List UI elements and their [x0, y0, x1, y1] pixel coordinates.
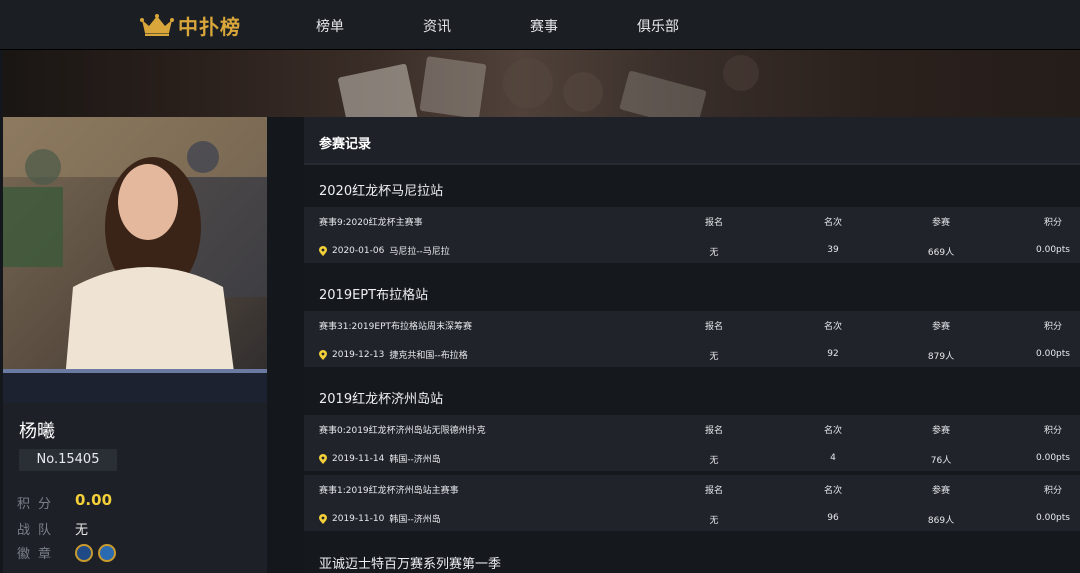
match-name: 赛事0:2019红龙杯济州岛站无限德州扑克 [319, 426, 486, 436]
location-pin-icon [319, 349, 327, 360]
match-date-location: 2019-12-13 捷克共和国--布拉格 [319, 348, 468, 361]
points-header: 积分 [1043, 486, 1062, 496]
rank-value: 4 [830, 453, 836, 463]
nav-item-clubs[interactable]: 俱乐部 [637, 16, 679, 36]
points-header: 积分 [1043, 426, 1062, 436]
entries-header: 参赛 [931, 426, 950, 436]
location-pin-icon [319, 513, 327, 524]
tournament-records-panel: 参赛记录 2020红龙杯马尼拉站 赛事9:2020红龙杯主赛事 报名 名次 参赛… [304, 117, 1080, 573]
points-value: 0.00pts [1036, 245, 1070, 255]
match-record[interactable]: 赛事0:2019红龙杯济州岛站无限德州扑克 报名 名次 参赛 积分 2019-1… [304, 415, 1080, 471]
team-value: 无 [75, 523, 89, 538]
signup-value: 无 [709, 516, 719, 526]
entries-header: 参赛 [931, 486, 950, 496]
signup-value: 无 [709, 248, 719, 258]
event-title[interactable]: 亚诚迈士特百万赛系列赛第一季 [319, 553, 501, 572]
match-location: 韩国--济州岛 [389, 515, 441, 525]
player-number: No.15405 [19, 449, 117, 471]
player-name: 杨曦 [19, 421, 55, 442]
site-logo[interactable]: 中扑榜 [140, 12, 241, 39]
panel-header: 参赛记录 [304, 117, 1080, 165]
signup-header: 报名 [704, 218, 723, 228]
match-record[interactable]: 赛事9:2020红龙杯主赛事 报名 名次 参赛 积分 2020-01-06 马尼… [304, 207, 1080, 263]
signup-header: 报名 [704, 486, 723, 496]
points-value: 0.00pts [1036, 453, 1070, 463]
entries-value: 669人 [927, 248, 955, 258]
player-photo [3, 117, 267, 403]
event-title[interactable]: 2020红龙杯马尼拉站 [319, 180, 443, 199]
signup-header: 报名 [704, 322, 723, 332]
rank-value: 92 [827, 349, 839, 359]
signup-value: 无 [709, 352, 719, 362]
nav-item-events[interactable]: 赛事 [530, 16, 558, 36]
points-label: 积分 [17, 497, 60, 512]
hero-banner [3, 50, 1080, 117]
match-date-location: 2019-11-14 韩国--济州岛 [319, 452, 441, 465]
match-location: 韩国--济州岛 [389, 455, 441, 465]
rank-header: 名次 [823, 322, 842, 332]
match-date: 2020-01-06 [332, 245, 385, 256]
badge-icon[interactable] [98, 544, 116, 562]
logo-text: 中扑榜 [178, 14, 241, 39]
match-date-location: 2020-01-06 马尼拉--马尼拉 [319, 244, 450, 257]
match-record[interactable]: 赛事31:2019EPT布拉格站周末深筹赛 报名 名次 参赛 积分 2019-1… [304, 311, 1080, 367]
match-name: 赛事9:2020红龙杯主赛事 [319, 218, 423, 228]
top-navigation-bar: 中扑榜 榜单 资讯 赛事 俱乐部 [0, 0, 1080, 50]
event-title[interactable]: 2019EPT布拉格站 [319, 284, 428, 303]
match-date-location: 2019-11-10 韩国--济州岛 [319, 512, 441, 525]
rank-value: 39 [827, 245, 839, 255]
team-label: 战队 [17, 523, 60, 538]
rank-header: 名次 [823, 218, 842, 228]
match-date: 2019-11-10 [332, 513, 385, 524]
badge-icon[interactable] [75, 544, 93, 562]
signup-value: 无 [709, 456, 719, 466]
panel-title: 参赛记录 [319, 137, 372, 152]
crown-icon [140, 14, 174, 36]
match-name: 赛事31:2019EPT布拉格站周末深筹赛 [319, 322, 473, 332]
match-record[interactable]: 赛事1:2019红龙杯济州岛站主赛事 报名 名次 参赛 积分 2019-11-1… [304, 475, 1080, 531]
entries-value: 76人 [930, 456, 952, 466]
entries-value: 869人 [927, 516, 955, 526]
nav-item-news[interactable]: 资讯 [423, 16, 451, 36]
location-pin-icon [319, 245, 327, 256]
match-name: 赛事1:2019红龙杯济州岛站主赛事 [319, 486, 459, 496]
points-header: 积分 [1043, 218, 1062, 228]
match-location: 捷克共和国--布拉格 [389, 351, 468, 361]
points-value: 0.00pts [1036, 349, 1070, 359]
entries-header: 参赛 [931, 218, 950, 228]
points-value: 0.00 [75, 491, 113, 509]
signup-header: 报名 [704, 426, 723, 436]
rank-header: 名次 [823, 426, 842, 436]
rank-value: 96 [827, 513, 839, 523]
points-header: 积分 [1043, 322, 1062, 332]
entries-header: 参赛 [931, 322, 950, 332]
match-date: 2019-12-13 [332, 349, 385, 360]
match-location: 马尼拉--马尼拉 [389, 247, 450, 257]
event-title[interactable]: 2019红龙杯济州岛站 [319, 388, 443, 407]
entries-value: 879人 [927, 352, 955, 362]
points-value: 0.00pts [1036, 513, 1070, 523]
location-pin-icon [319, 453, 327, 464]
badges-label: 徽章 [17, 547, 60, 562]
nav-item-rankings[interactable]: 榜单 [316, 16, 344, 36]
match-date: 2019-11-14 [332, 453, 385, 464]
player-profile: 杨曦 No.15405 积分 0.00 战队 无 徽章 [3, 403, 267, 573]
rank-header: 名次 [823, 486, 842, 496]
